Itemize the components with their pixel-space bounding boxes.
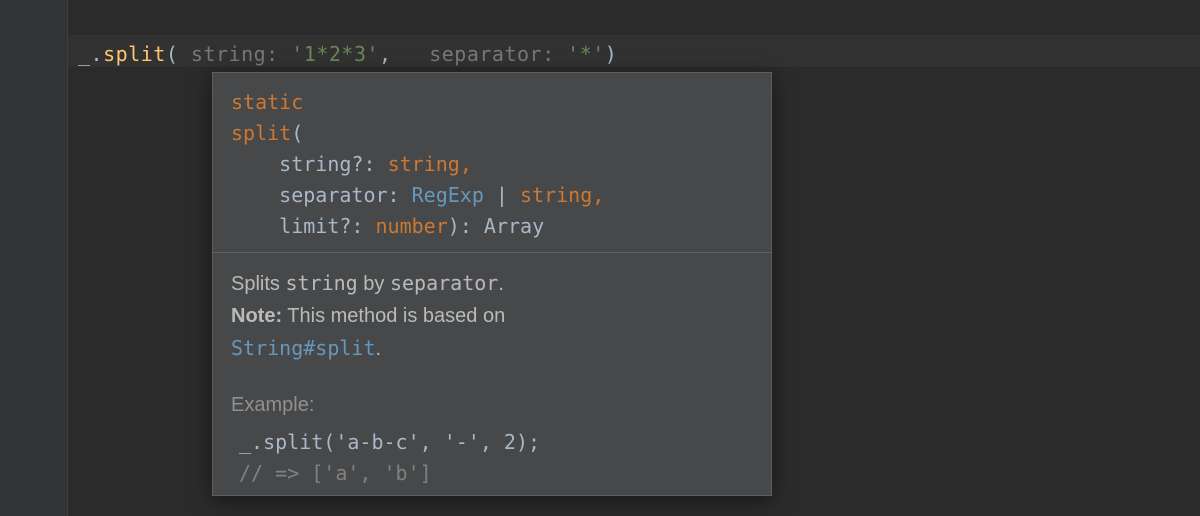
doc-desc-end: . xyxy=(498,273,504,295)
sig-p1-name: string? xyxy=(279,152,363,176)
code-dot: . xyxy=(91,42,104,66)
doc-desc-pre: Splits xyxy=(231,273,285,295)
sig-p2-name: separator xyxy=(279,183,387,207)
doc-note-label: Note: xyxy=(231,305,282,327)
code-open-paren: ( xyxy=(166,42,179,66)
doc-description: Splits string by separator. xyxy=(231,267,753,300)
code-arg2: '*' xyxy=(567,42,605,66)
sig-name: split xyxy=(231,121,291,145)
param-hint-separator: separator: xyxy=(392,42,568,66)
editor-area[interactable]: _.split( string: '1*2*3', separator: '*'… xyxy=(68,0,1200,516)
doc-example-expr: _.split('a-b-c', '-', 2); xyxy=(239,430,540,454)
code-line[interactable]: _.split( string: '1*2*3', separator: '*'… xyxy=(78,42,617,66)
code-arg1: '1*2*3' xyxy=(291,42,379,66)
doc-desc-arg2: separator xyxy=(390,271,498,295)
code-method: split xyxy=(103,42,166,66)
doc-desc-mid: by xyxy=(358,273,390,295)
signature-block: static split( string?: string, separator… xyxy=(213,73,771,253)
sig-colon1: : xyxy=(363,152,387,176)
doc-link-end: . xyxy=(376,338,382,360)
sig-comma1: , xyxy=(460,152,472,176)
editor-gutter xyxy=(0,0,68,516)
code-close-paren: ) xyxy=(605,42,618,66)
doc-desc-arg1: string xyxy=(285,271,357,295)
sig-p2-type-b: string xyxy=(520,183,592,207)
sig-ret-prefix: : xyxy=(460,214,484,238)
code-comma: , xyxy=(379,42,392,66)
code-object: _ xyxy=(78,42,91,66)
sig-close: ) xyxy=(448,214,460,238)
sig-open: ( xyxy=(291,121,303,145)
sig-colon2: : xyxy=(388,183,412,207)
param-hint-string: string: xyxy=(178,42,291,66)
sig-p3-type: number xyxy=(376,214,448,238)
doc-example-result: // => ['a', 'b'] xyxy=(239,461,432,485)
doc-body: Splits string by separator. Note: This m… xyxy=(213,253,771,495)
sig-colon3: : xyxy=(351,214,375,238)
doc-note-text: This method is based on xyxy=(282,305,505,327)
doc-example-code: _.split('a-b-c', '-', 2); // => ['a', 'b… xyxy=(231,427,753,489)
doc-note: Note: This method is based on xyxy=(231,300,753,332)
sig-pipe: | xyxy=(484,183,520,207)
doc-example-label: Example: xyxy=(231,389,753,421)
sig-p1-type: string xyxy=(388,152,460,176)
doc-link[interactable]: String#split xyxy=(231,336,376,360)
doc-link-line: String#split. xyxy=(231,332,753,365)
sig-p3-name: limit? xyxy=(279,214,351,238)
sig-p2-type-a: RegExp xyxy=(412,183,484,207)
documentation-tooltip[interactable]: static split( string?: string, separator… xyxy=(212,72,772,496)
sig-ret: Array xyxy=(484,214,544,238)
sig-comma2: , xyxy=(592,183,604,207)
sig-static: static xyxy=(231,90,303,114)
